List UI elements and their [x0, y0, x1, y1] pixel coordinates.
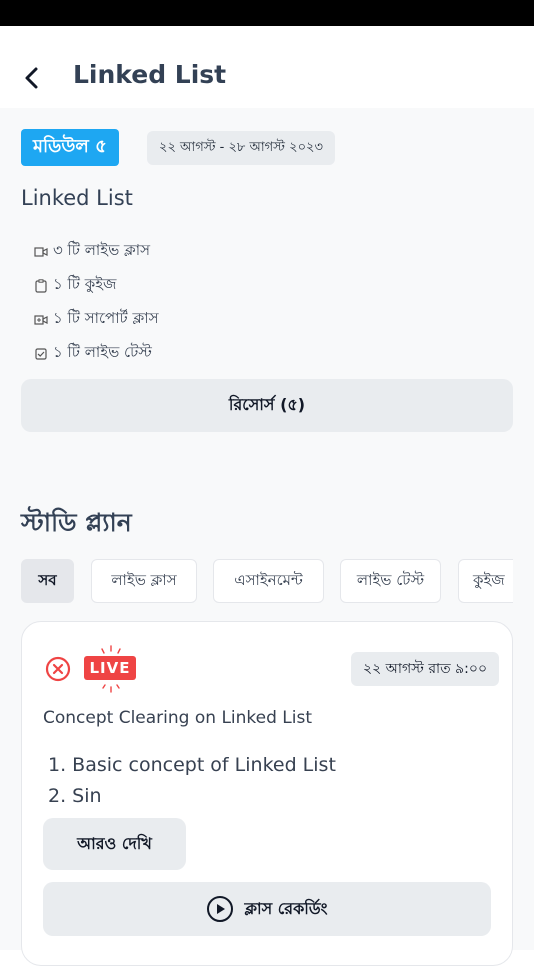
tab-live-class[interactable]: লাইভ ক্লাস [91, 559, 197, 603]
see-more-button[interactable]: আরও দেখি [43, 818, 186, 870]
topic-list: 1. Basic concept of Linked List 2. Sin [48, 750, 336, 812]
class-recording-button[interactable]: ক্লাস রেকর্ডিং [43, 882, 491, 936]
feature-item: ৩ টি লাইভ ক্লাস [33, 239, 150, 264]
support-class-icon [33, 312, 49, 328]
feature-text: ১ টি লাইভ টেস্ট [53, 343, 152, 361]
live-indicator: LIVE [84, 644, 138, 694]
list-item: 2. Sin [48, 785, 102, 807]
back-button[interactable] [18, 64, 46, 92]
class-date-time: ২২ আগস্ট রাত ৯:০০ [351, 652, 500, 686]
play-circle-icon [207, 896, 234, 922]
study-plan-tabs: সব লাইভ ক্লাস এসাইনমেন্ট লাইভ টেস্ট কুইজ [21, 559, 513, 607]
tab-live-test[interactable]: লাইভ টেস্ট [340, 559, 441, 603]
feature-item: ১ টি কুইজ [33, 273, 116, 298]
feature-item: ১ টি সাপোর্ট ক্লাস [33, 307, 159, 332]
tab-assignment[interactable]: এসাইনমেন্ট [213, 559, 324, 603]
study-plan-title: স্টাডি প্ল্যান [21, 508, 132, 537]
class-title: Concept Clearing on Linked List [43, 708, 313, 728]
module-date-range: ২২ আগস্ট - ২৮ আগস্ট ২০২৩ [147, 131, 335, 165]
list-item: 1. Basic concept of Linked List [48, 754, 336, 776]
status-bar [0, 0, 534, 26]
clipboard-icon [33, 278, 49, 294]
tab-all[interactable]: সব [21, 559, 74, 603]
feature-text: ১ টি সাপোর্ট ক্লাস [53, 309, 159, 327]
module-title: Linked List [21, 186, 133, 210]
module-badge: মডিউল ৫ [21, 129, 119, 166]
close-circle-icon [45, 656, 71, 682]
live-badge: LIVE [84, 656, 136, 680]
module-content: মডিউল ৫ ২২ আগস্ট - ২৮ আগস্ট ২০২৩ Linked … [0, 108, 534, 966]
resources-button[interactable]: রিসোর্স (৫) [21, 379, 513, 432]
feature-text: ১ টি কুইজ [53, 275, 117, 293]
feature-item: ১ টি লাইভ টেস্ট [33, 341, 152, 366]
app-bar: Linked List [0, 26, 534, 108]
chevron-left-icon [25, 67, 38, 89]
page-title: Linked List [73, 60, 227, 89]
checkbox-icon [33, 346, 49, 362]
feature-text: ৩ টি লাইভ ক্লাস [53, 241, 151, 259]
recording-label: ক্লাস রেকর্ডিং [244, 898, 328, 918]
tab-quiz[interactable]: কুইজ [458, 559, 513, 603]
video-camera-icon [33, 244, 49, 260]
class-card[interactable]: LIVE ২২ আগস্ট রাত ৯:০০ Concept Clearing … [21, 621, 513, 966]
